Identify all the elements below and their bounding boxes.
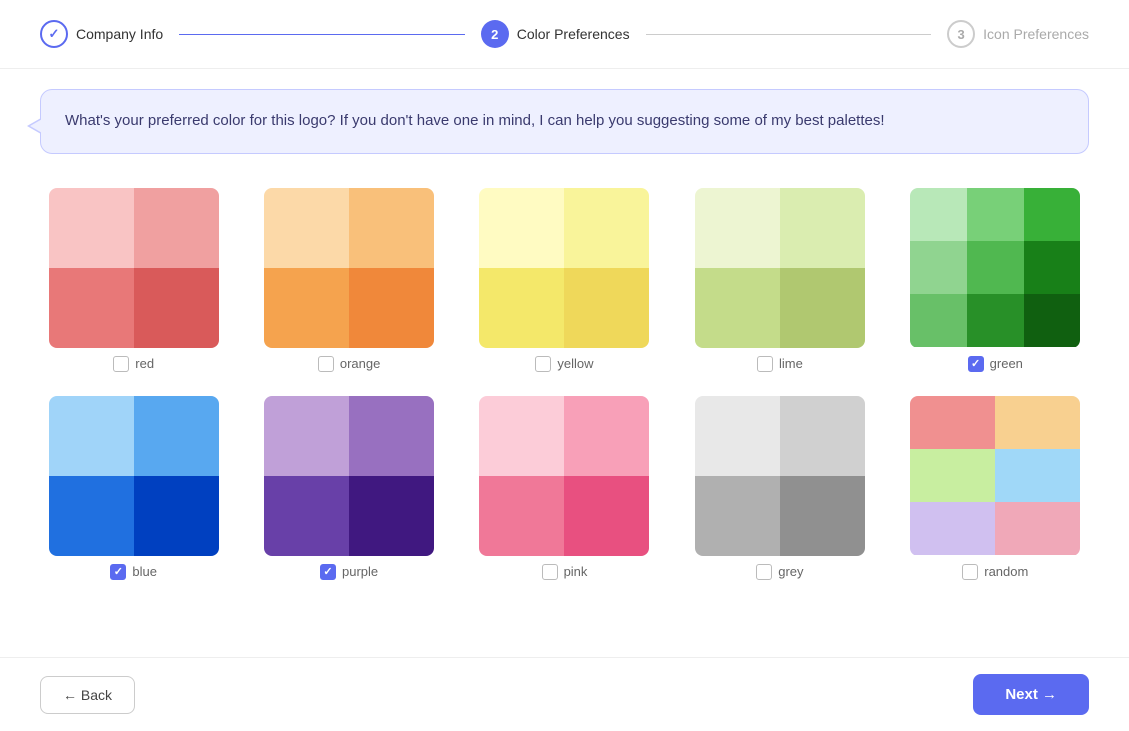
- color-label-yellow: yellow: [535, 356, 593, 372]
- color-name-lime: lime: [779, 356, 803, 371]
- color-grid: red orange yellow lime green blue purple pink gr…: [40, 174, 1089, 594]
- color-swatch-yellow[interactable]: [479, 188, 649, 348]
- color-label-blue: blue: [110, 564, 157, 580]
- color-item-yellow: yellow: [471, 188, 658, 372]
- color-item-blue: blue: [40, 396, 227, 580]
- color-checkbox-purple[interactable]: [320, 564, 336, 580]
- step-circle-company-info: ✓: [40, 20, 68, 48]
- color-label-pink: pink: [542, 564, 588, 580]
- page: ✓ Company Info 2 Color Preferences 3 Ico…: [0, 0, 1129, 731]
- color-swatch-orange[interactable]: [264, 188, 434, 348]
- color-label-green: green: [968, 356, 1023, 372]
- step-circle-icon-preferences: 3: [947, 20, 975, 48]
- step-line-2: [646, 34, 932, 35]
- color-label-purple: purple: [320, 564, 378, 580]
- color-swatch-pink[interactable]: [479, 396, 649, 556]
- next-button[interactable]: Next →: [973, 674, 1089, 715]
- color-swatch-random[interactable]: [910, 396, 1080, 556]
- color-swatch-red[interactable]: [49, 188, 219, 348]
- color-label-orange: orange: [318, 356, 380, 372]
- color-swatch-green[interactable]: [910, 188, 1080, 348]
- color-checkbox-pink[interactable]: [542, 564, 558, 580]
- color-name-grey: grey: [778, 564, 803, 579]
- step-icon-preferences: 3 Icon Preferences: [947, 20, 1089, 48]
- color-checkbox-orange[interactable]: [318, 356, 334, 372]
- color-item-red: red: [40, 188, 227, 372]
- step-label-company-info: Company Info: [76, 26, 163, 42]
- footer: ← Back Next →: [0, 657, 1129, 731]
- color-item-pink: pink: [471, 396, 658, 580]
- color-swatch-grey[interactable]: [695, 396, 865, 556]
- color-checkbox-yellow[interactable]: [535, 356, 551, 372]
- color-item-orange: orange: [255, 188, 442, 372]
- color-name-pink: pink: [564, 564, 588, 579]
- stepper: ✓ Company Info 2 Color Preferences 3 Ico…: [0, 0, 1129, 69]
- color-swatch-lime[interactable]: [695, 188, 865, 348]
- chat-area: What's your preferred color for this log…: [0, 69, 1129, 164]
- color-swatch-blue[interactable]: [49, 396, 219, 556]
- chat-bubble: What's your preferred color for this log…: [40, 89, 1089, 154]
- color-swatch-purple[interactable]: [264, 396, 434, 556]
- color-name-random: random: [984, 564, 1028, 579]
- step-color-preferences: 2 Color Preferences: [481, 20, 630, 48]
- color-item-purple: purple: [255, 396, 442, 580]
- back-button[interactable]: ← Back: [40, 676, 135, 714]
- colors-area: red orange yellow lime green blue purple pink gr…: [0, 164, 1129, 658]
- color-label-lime: lime: [757, 356, 803, 372]
- color-name-blue: blue: [132, 564, 157, 579]
- color-checkbox-grey[interactable]: [756, 564, 772, 580]
- color-name-yellow: yellow: [557, 356, 593, 371]
- color-name-red: red: [135, 356, 154, 371]
- color-label-random: random: [962, 564, 1028, 580]
- color-item-lime: lime: [686, 188, 873, 372]
- chat-bubble-text: What's your preferred color for this log…: [65, 112, 885, 129]
- step-label-icon-preferences: Icon Preferences: [983, 26, 1089, 42]
- color-name-orange: orange: [340, 356, 380, 371]
- color-checkbox-green[interactable]: [968, 356, 984, 372]
- color-checkbox-red[interactable]: [113, 356, 129, 372]
- color-checkbox-blue[interactable]: [110, 564, 126, 580]
- color-checkbox-random[interactable]: [962, 564, 978, 580]
- color-item-random: random: [902, 396, 1089, 580]
- color-label-grey: grey: [756, 564, 803, 580]
- step-company-info: ✓ Company Info: [40, 20, 163, 48]
- color-checkbox-lime[interactable]: [757, 356, 773, 372]
- step-circle-color-preferences: 2: [481, 20, 509, 48]
- color-item-green: green: [902, 188, 1089, 372]
- color-label-red: red: [113, 356, 154, 372]
- step-label-color-preferences: Color Preferences: [517, 26, 630, 42]
- color-item-grey: grey: [686, 396, 873, 580]
- step-line-1: [179, 34, 465, 35]
- color-name-green: green: [990, 356, 1023, 371]
- color-name-purple: purple: [342, 564, 378, 579]
